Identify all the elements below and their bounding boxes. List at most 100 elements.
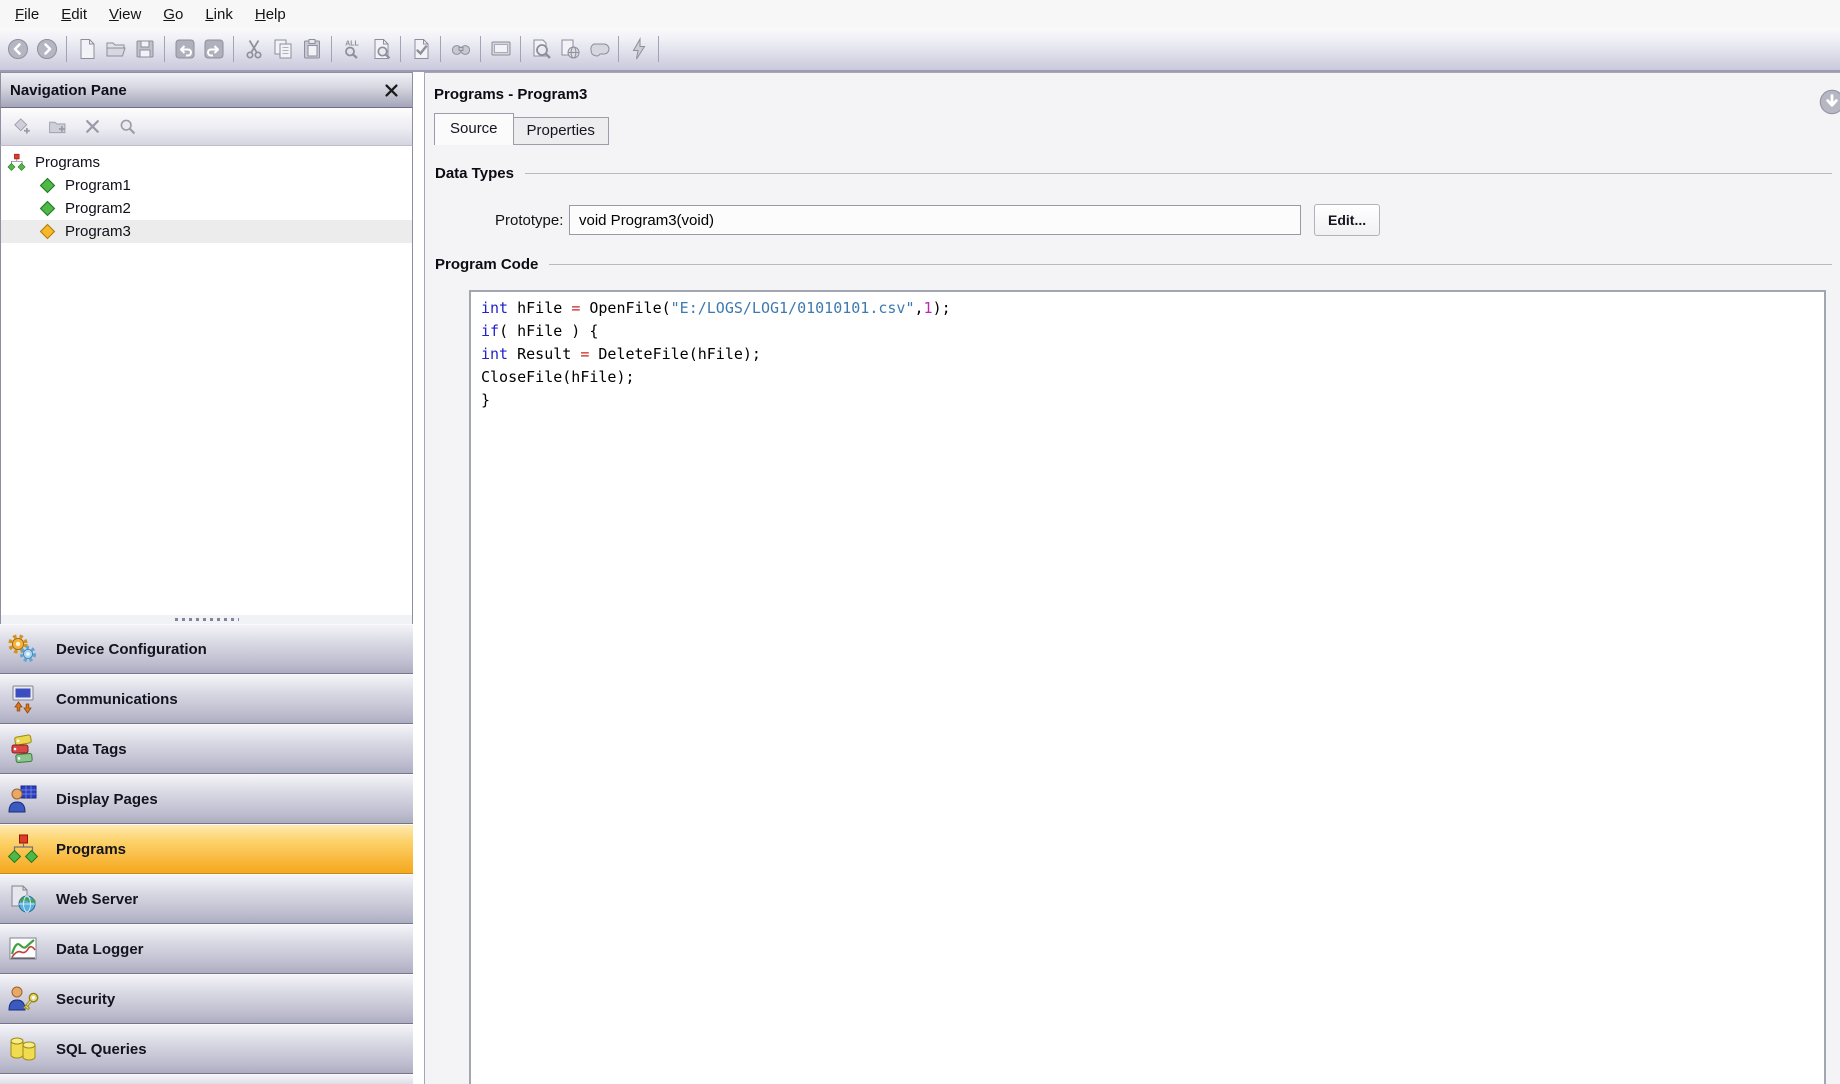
find-icon[interactable] (115, 115, 139, 139)
find-doc-icon[interactable] (366, 35, 395, 64)
tab-source[interactable]: Source (434, 113, 514, 145)
zoom-doc-icon[interactable] (526, 35, 555, 64)
prototype-row: Prototype: Edit... (495, 204, 1840, 236)
sidebar-item-programs[interactable]: Programs (0, 824, 413, 874)
sidebar-item-device-configuration[interactable]: Device Configuration (0, 624, 413, 674)
menu-item-go[interactable]: Go (152, 3, 194, 26)
group-divider-line (549, 264, 1832, 265)
shape-icon[interactable] (584, 35, 613, 64)
tree-item-programs[interactable]: Programs (1, 151, 412, 174)
sidebar-item-display-pages[interactable]: Display Pages (0, 774, 413, 824)
tree-item-program3[interactable]: Program3 (1, 220, 412, 243)
toolbar-separator (331, 36, 332, 62)
nav-section-partial (0, 1074, 413, 1084)
org-chart-icon (5, 831, 41, 867)
toolbar-separator (400, 36, 401, 62)
sidebar-item-label: Security (56, 990, 116, 1008)
toolbar-separator (233, 36, 234, 62)
splitter-handle[interactable] (0, 615, 413, 624)
new-folder-icon[interactable] (45, 115, 69, 139)
navigation-sections: Device Configuration Communications Data… (0, 624, 413, 1084)
copy-icon[interactable] (268, 35, 297, 64)
display-pages-icon (5, 781, 41, 817)
tree-item-program1[interactable]: Program1 (1, 174, 412, 197)
application-window: File Edit View Go Link Help ALL Navigation Pa… (0, 0, 1840, 1084)
lightning-icon[interactable] (624, 35, 653, 64)
code-line: } (481, 391, 491, 409)
diamond-green-icon (39, 177, 56, 194)
tree-item-program2[interactable]: Program2 (1, 197, 412, 220)
web-doc-icon[interactable] (555, 35, 584, 64)
tree-item-label: Program1 (65, 177, 131, 194)
group-divider-line (524, 173, 1832, 174)
sidebar-item-label: Programs (56, 840, 127, 858)
close-icon[interactable] (380, 79, 402, 101)
toolbar-separator (440, 36, 441, 62)
prototype-input[interactable] (569, 205, 1301, 235)
toolbar-separator (164, 36, 165, 62)
code-editor[interactable]: int hFile = OpenFile("E:/LOGS/LOG1/01010… (469, 290, 1826, 1084)
tree-item-label: Program2 (65, 200, 131, 217)
menu-item-file[interactable]: File (4, 3, 50, 26)
org-chart-icon (7, 153, 26, 172)
delete-icon[interactable] (80, 115, 104, 139)
toolbar-separator (658, 36, 659, 62)
sql-icon (5, 1031, 41, 1067)
tree-item-label: Programs (35, 154, 101, 171)
sidebar-item-label: Data Tags (56, 740, 127, 758)
sidebar-item-data-tags[interactable]: Data Tags (0, 724, 413, 774)
data-types-group: Data Types (435, 165, 1832, 182)
tab-strip: Source Properties (434, 113, 1840, 145)
back-icon[interactable] (3, 35, 32, 64)
new-file-icon[interactable] (72, 35, 101, 64)
code-line: int Result = DeleteFile(hFile); (481, 345, 761, 363)
prototype-label: Prototype: (495, 211, 564, 229)
cut-icon[interactable] (239, 35, 268, 64)
undo-icon[interactable] (170, 35, 199, 64)
data-types-label: Data Types (435, 165, 514, 182)
check-doc-icon[interactable] (406, 35, 435, 64)
diamond-orange-icon (39, 223, 56, 240)
binoculars-icon[interactable] (446, 35, 475, 64)
toolbar-separator (520, 36, 521, 62)
menu-item-view[interactable]: View (98, 3, 152, 26)
sidebar-item-communications[interactable]: Communications (0, 674, 413, 724)
menu-item-help[interactable]: Help (244, 3, 297, 26)
navigation-pane-header: Navigation Pane (0, 72, 413, 108)
new-item-icon[interactable] (10, 115, 34, 139)
navigation-pane-toolbar (0, 108, 413, 146)
sidebar-item-label: SQL Queries (56, 1040, 147, 1058)
code-line: if( hFile ) { (481, 322, 599, 340)
redo-icon[interactable] (199, 35, 228, 64)
sidebar-item-security[interactable]: Security (0, 974, 413, 1024)
menu-item-link[interactable]: Link (194, 3, 244, 26)
forward-icon[interactable] (32, 35, 61, 64)
main-toolbar: ALL (0, 28, 1840, 72)
find-all-icon[interactable]: ALL (337, 35, 366, 64)
data-logger-icon (5, 931, 41, 967)
page-title: Programs - Program3 (434, 86, 588, 103)
sidebar-item-label: Communications (56, 690, 178, 708)
menu-item-edit[interactable]: Edit (50, 3, 98, 26)
sidebar-item-web-server[interactable]: Web Server (0, 874, 413, 924)
paste-icon[interactable] (297, 35, 326, 64)
svg-text:ALL: ALL (345, 41, 359, 48)
open-icon[interactable] (101, 35, 130, 64)
collapse-pane-icon[interactable] (1818, 88, 1840, 116)
program-code-group: Program Code (435, 256, 1832, 273)
toolbar-separator (480, 36, 481, 62)
tree-item-label: Program3 (65, 223, 131, 240)
save-icon[interactable] (130, 35, 159, 64)
sidebar-item-data-logger[interactable]: Data Logger (0, 924, 413, 974)
gears-icon (5, 631, 41, 667)
program-code-label: Program Code (435, 256, 539, 273)
sidebar-item-sql-queries[interactable]: SQL Queries (0, 1024, 413, 1074)
sidebar-item-label: Device Configuration (56, 640, 207, 658)
code-line: CloseFile(hFile); (481, 368, 635, 386)
edit-button[interactable]: Edit... (1314, 204, 1381, 236)
monitor-icon[interactable] (486, 35, 515, 64)
navigation-pane-title: Navigation Pane (10, 81, 127, 99)
tab-properties[interactable]: Properties (512, 117, 609, 145)
sidebar-item-label: Data Logger (56, 940, 144, 958)
navigation-tree: Programs Program1 Program2 Program3 (0, 146, 413, 615)
